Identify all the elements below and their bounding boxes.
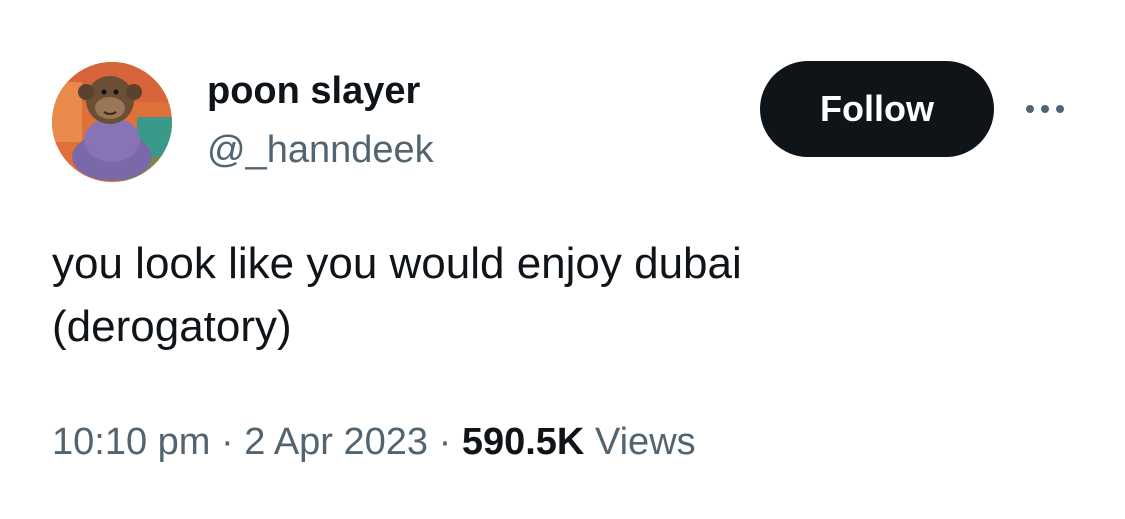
tweet-time[interactable]: 10:10 pm: [52, 421, 210, 463]
follow-button[interactable]: Follow: [760, 61, 994, 157]
tweet-text: you look like you would enjoy dubai (der…: [52, 232, 1052, 358]
more-horizontal-icon: [1026, 105, 1034, 113]
more-horizontal-icon-dot: [1056, 105, 1064, 113]
avatar[interactable]: [52, 62, 172, 182]
views-count: 590.5K: [461, 421, 585, 463]
tweet-text-line: (derogatory): [52, 302, 292, 351]
tweet-meta: 10:10 pm · 2 Apr 2023 · 590.5K Views: [52, 418, 696, 466]
avatar-image: [52, 62, 172, 182]
meta-separator: ·: [221, 421, 234, 463]
more-options-button[interactable]: [1016, 92, 1074, 126]
views-label: Views: [594, 421, 696, 463]
tweet-card: poon slayer @_hanndeek Follow you look l…: [0, 0, 1125, 519]
author-display-name[interactable]: poon slayer: [207, 68, 420, 114]
meta-separator: ·: [438, 421, 452, 463]
tweet-date[interactable]: 2 Apr 2023: [244, 421, 428, 463]
tweet-text-line: you look like you would enjoy dubai: [52, 239, 742, 288]
author-handle[interactable]: @_hanndeek: [207, 127, 434, 173]
more-horizontal-icon-dot: [1041, 105, 1049, 113]
